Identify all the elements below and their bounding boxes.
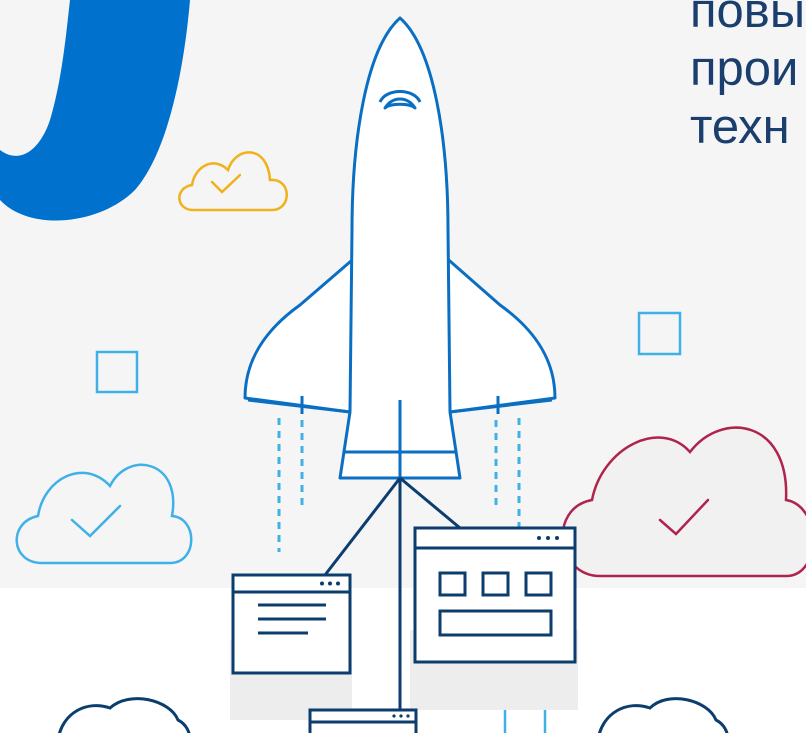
browser-window-icon: [308, 708, 418, 733]
window-menu-dots: [392, 714, 410, 718]
space-shuttle-icon: [243, 16, 557, 480]
navy-cloud-icon: [598, 697, 729, 733]
illustration: [0, 0, 806, 733]
red-cloud-check-icon: [561, 426, 806, 578]
window-menu-dots: [320, 581, 340, 586]
blue-square-icon: [637, 311, 682, 356]
navy-cloud-icon: [58, 697, 191, 733]
window-menu-dots: [537, 536, 559, 540]
browser-window-icon: [231, 573, 352, 675]
exhaust-trail-left: [277, 418, 304, 552]
brand-glyph-shape: [0, 0, 190, 221]
blue-square-icon: [95, 350, 139, 394]
blue-cloud-check-icon: [15, 463, 193, 565]
gold-cloud-check-icon: [178, 151, 288, 212]
browser-window-icon: [413, 526, 577, 664]
